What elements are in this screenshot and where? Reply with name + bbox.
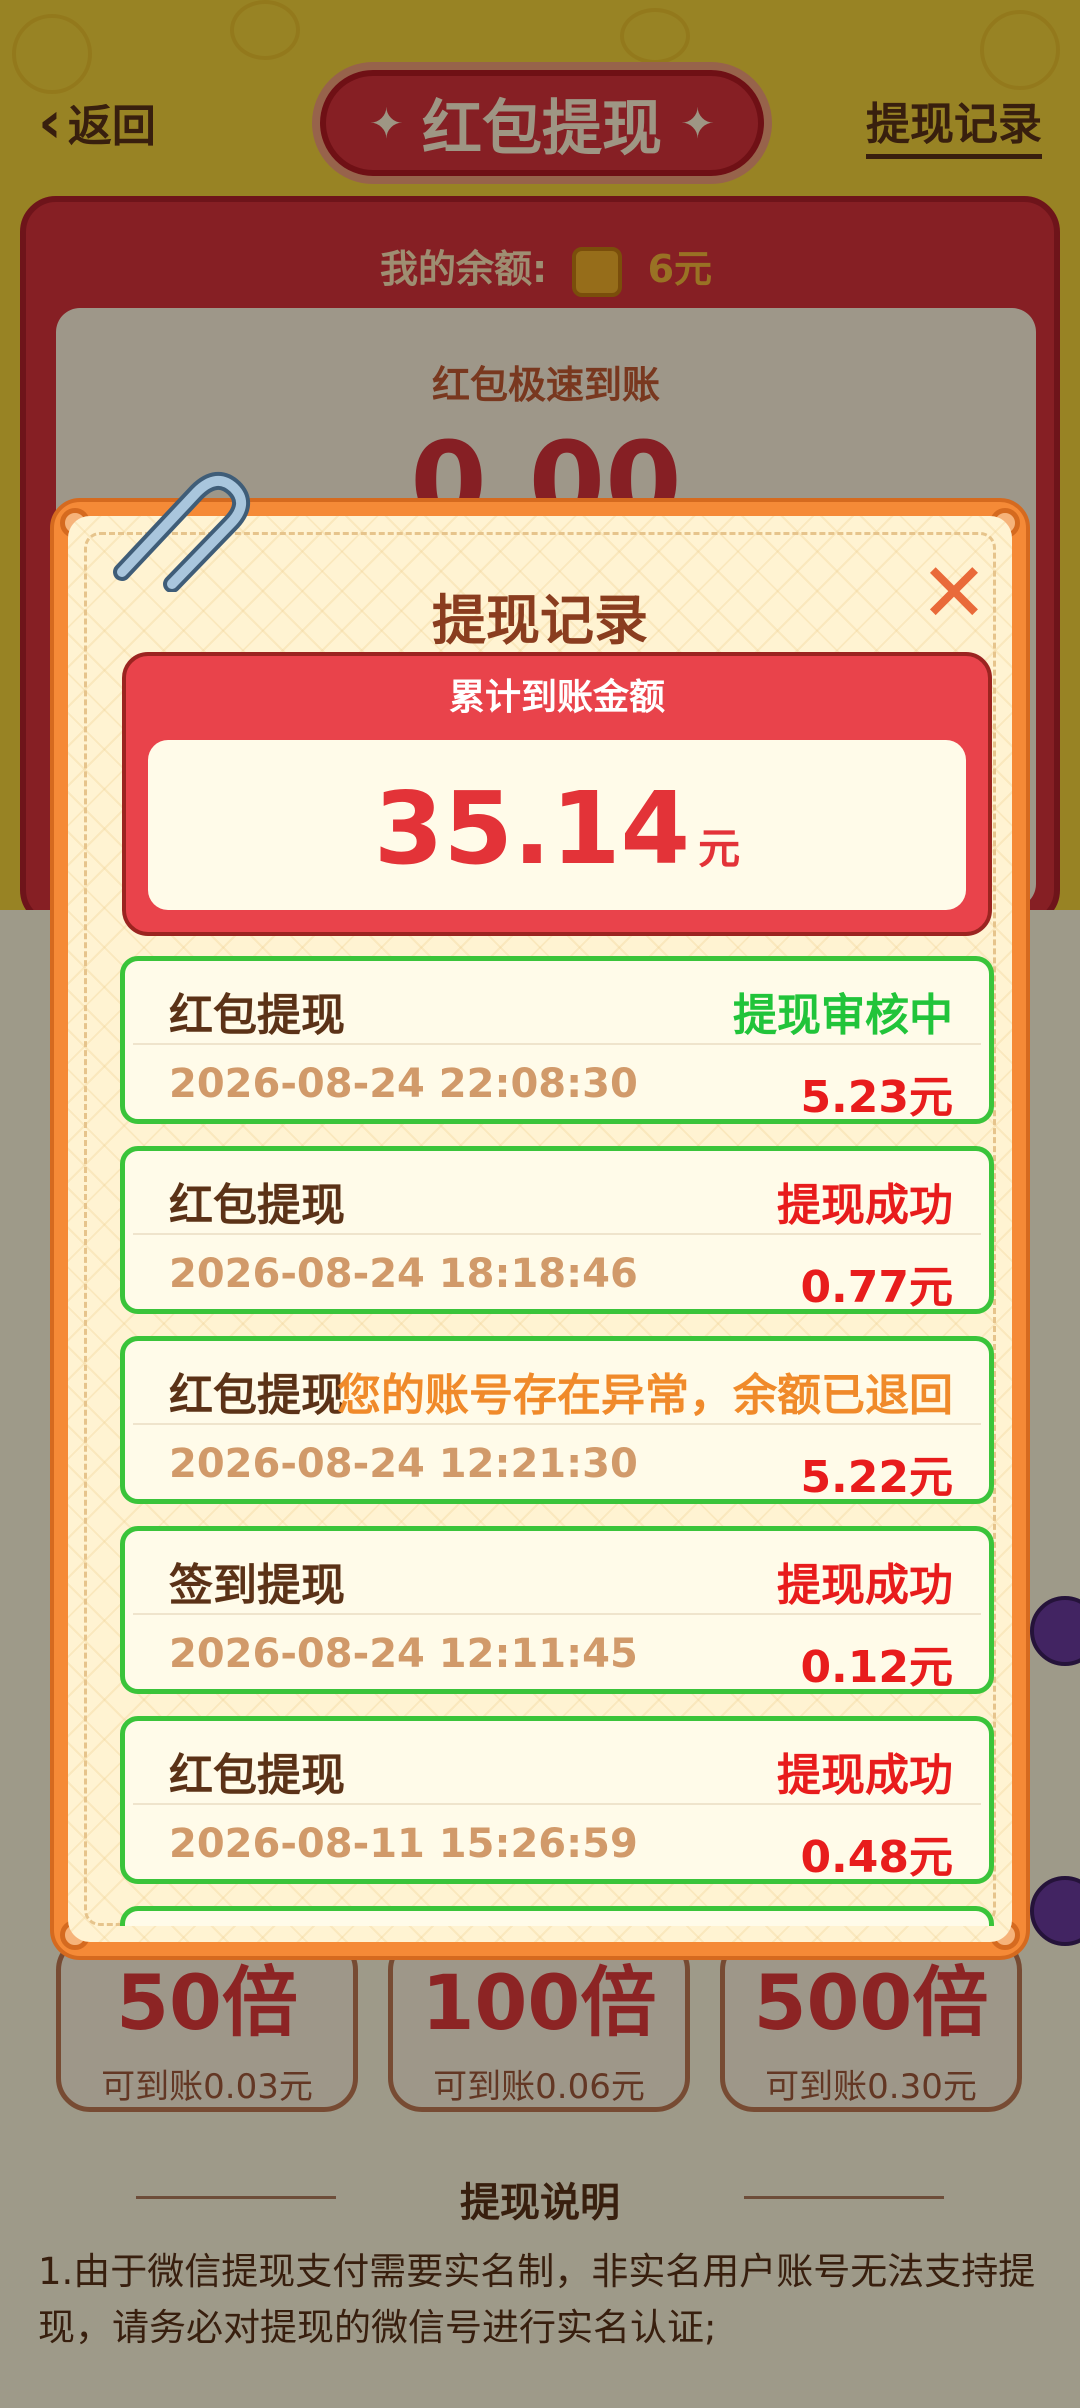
record-divider <box>133 1613 981 1615</box>
record-time: 2026-08-24 22:08:30 <box>169 1061 638 1107</box>
record-row: 红包提现 提现审核中 2026-08-24 22:08:30 5.23元 <box>120 956 994 1124</box>
records-list[interactable]: 红包提现 提现审核中 2026-08-24 22:08:30 5.23元 红包提… <box>120 956 994 1926</box>
record-divider <box>133 1233 981 1235</box>
record-divider <box>133 1043 981 1045</box>
record-status: 您的账号存在异常，余额已退回 <box>337 1370 953 1421</box>
record-time: 2026-08-11 15:26:59 <box>169 1821 638 1867</box>
total-value: 35.14 <box>373 770 691 887</box>
record-name: 红包提现 <box>169 1180 345 1231</box>
modal-body: 提现记录 ✕ 累计到账金额 35.14 元 红包提现 提现审核中 2026-08-… <box>68 516 1012 1942</box>
record-amount: 0.77元 <box>800 1262 953 1313</box>
record-divider <box>133 1803 981 1805</box>
record-row: 签到提现 提现成功 2026-08-24 12:11:45 0.12元 <box>120 1526 994 1694</box>
total-label: 累计到账金额 <box>448 677 665 718</box>
record-row: 红包提现 提现成功 2026-08-11 15:26:59 0.48元 <box>120 1716 994 1884</box>
total-unit: 元 <box>698 824 741 873</box>
record-status: 提现成功 <box>777 1750 953 1801</box>
record-status: 提现审核中 <box>733 990 953 1041</box>
record-row: 红包提现 提现成功 2026-08-24 18:18:46 0.77元 <box>120 1146 994 1314</box>
record-amount: 0.12元 <box>800 1642 953 1693</box>
paperclip-icon <box>113 472 250 592</box>
total-panel: 累计到账金额 35.14 元 <box>122 652 992 936</box>
record-amount: 5.23元 <box>800 1072 953 1123</box>
record-divider <box>133 1423 981 1425</box>
record-amount: 5.22元 <box>800 1452 953 1503</box>
close-icon[interactable]: ✕ <box>916 553 992 635</box>
record-name: 红包提现 <box>169 1750 345 1801</box>
record-status: 提现成功 <box>777 1560 953 1611</box>
record-row <box>120 1906 994 1926</box>
total-box: 35.14 元 <box>148 740 966 910</box>
record-name: 红包提现 <box>169 990 345 1041</box>
records-modal: 提现记录 ✕ 累计到账金额 35.14 元 红包提现 提现审核中 2026-08-… <box>50 472 1030 1960</box>
record-status: 提现成功 <box>777 1180 953 1231</box>
record-row: 红包提现 您的账号存在异常，余额已退回 2026-08-24 12:21:30 … <box>120 1336 994 1504</box>
record-amount: 0.48元 <box>800 1832 953 1883</box>
record-name: 签到提现 <box>169 1560 345 1611</box>
record-time: 2026-08-24 12:21:30 <box>169 1441 638 1487</box>
record-name: 红包提现 <box>169 1370 345 1421</box>
record-time: 2026-08-24 18:18:46 <box>169 1251 638 1297</box>
record-time: 2026-08-24 12:11:45 <box>169 1631 638 1677</box>
